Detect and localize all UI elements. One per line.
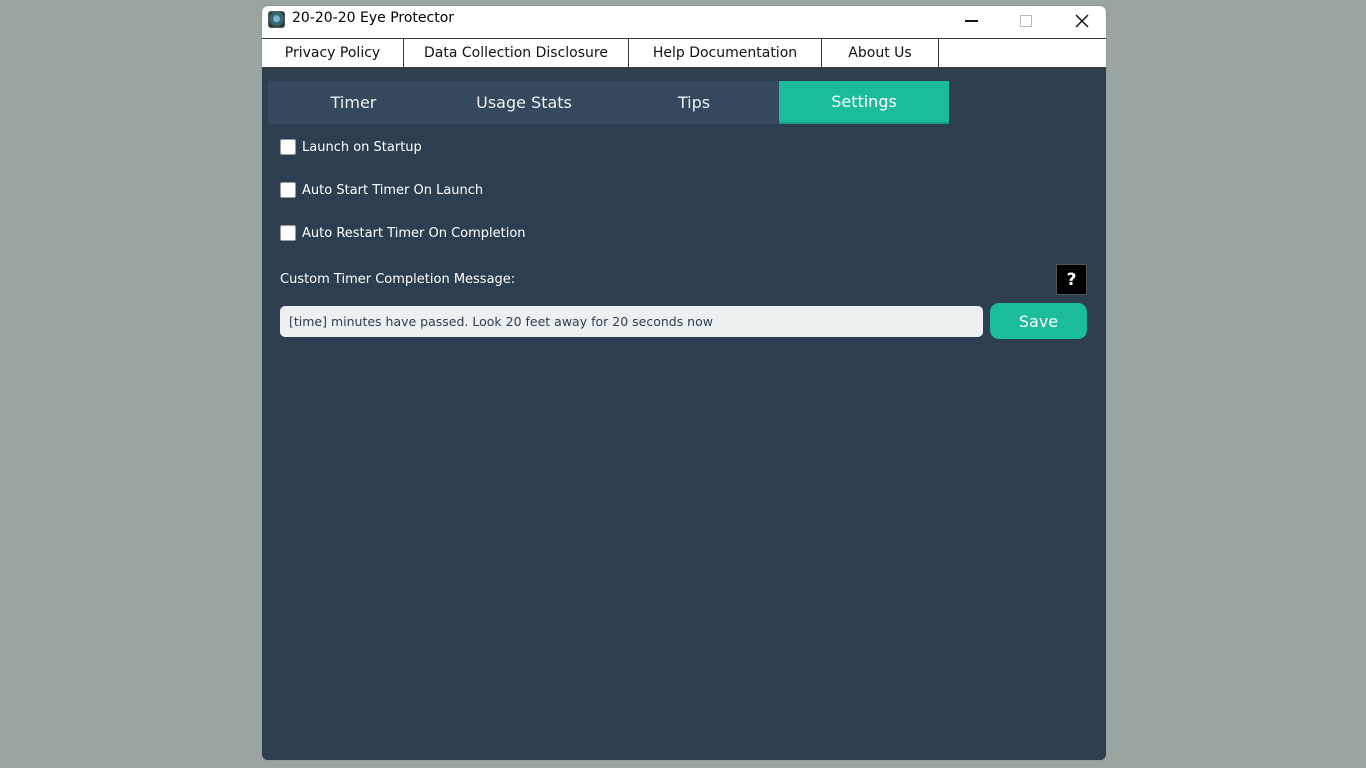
auto-start-timer-option[interactable]: Auto Start Timer On Launch [280, 180, 483, 200]
close-icon [1075, 14, 1089, 28]
menu-bar: Privacy Policy Data Collection Disclosur… [262, 38, 1106, 69]
custom-message-label: Custom Timer Completion Message: [280, 272, 516, 287]
help-button[interactable]: ? [1056, 264, 1087, 295]
menu-help-documentation[interactable]: Help Documentation [629, 39, 822, 67]
title-bar[interactable]: 20-20-20 Eye Protector [262, 6, 1106, 38]
auto-start-timer-label: Auto Start Timer On Launch [302, 182, 484, 198]
launch-on-startup-label: Launch on Startup [302, 139, 422, 155]
auto-restart-timer-label: Auto Restart Timer On Completion [302, 225, 526, 241]
eye-app-icon [268, 11, 285, 28]
launch-on-startup-option[interactable]: Launch on Startup [280, 137, 422, 157]
auto-restart-timer-option[interactable]: Auto Restart Timer On Completion [280, 223, 526, 243]
menu-privacy-policy[interactable]: Privacy Policy [262, 39, 404, 67]
launch-on-startup-checkbox[interactable] [280, 139, 296, 155]
window-title: 20-20-20 Eye Protector [292, 10, 455, 26]
minimize-icon [964, 20, 978, 22]
close-button[interactable] [1059, 6, 1105, 36]
maximize-icon [1020, 15, 1032, 27]
tab-bar: Timer Usage Stats Tips Settings [268, 81, 949, 124]
custom-message-input[interactable] [280, 306, 983, 337]
save-button[interactable]: Save [990, 303, 1087, 339]
app-window: 20-20-20 Eye Protector Privacy Policy Da… [262, 6, 1106, 760]
minimize-button[interactable] [948, 6, 994, 36]
tab-usage-stats[interactable]: Usage Stats [439, 81, 609, 124]
auto-restart-timer-checkbox[interactable] [280, 225, 296, 241]
menu-about-us[interactable]: About Us [822, 39, 939, 67]
tab-tips[interactable]: Tips [609, 81, 779, 124]
menu-data-collection-disclosure[interactable]: Data Collection Disclosure [404, 39, 629, 67]
maximize-button[interactable] [1003, 6, 1049, 36]
tab-timer[interactable]: Timer [268, 81, 439, 124]
auto-start-timer-checkbox[interactable] [280, 182, 296, 198]
tab-settings[interactable]: Settings [779, 81, 949, 124]
